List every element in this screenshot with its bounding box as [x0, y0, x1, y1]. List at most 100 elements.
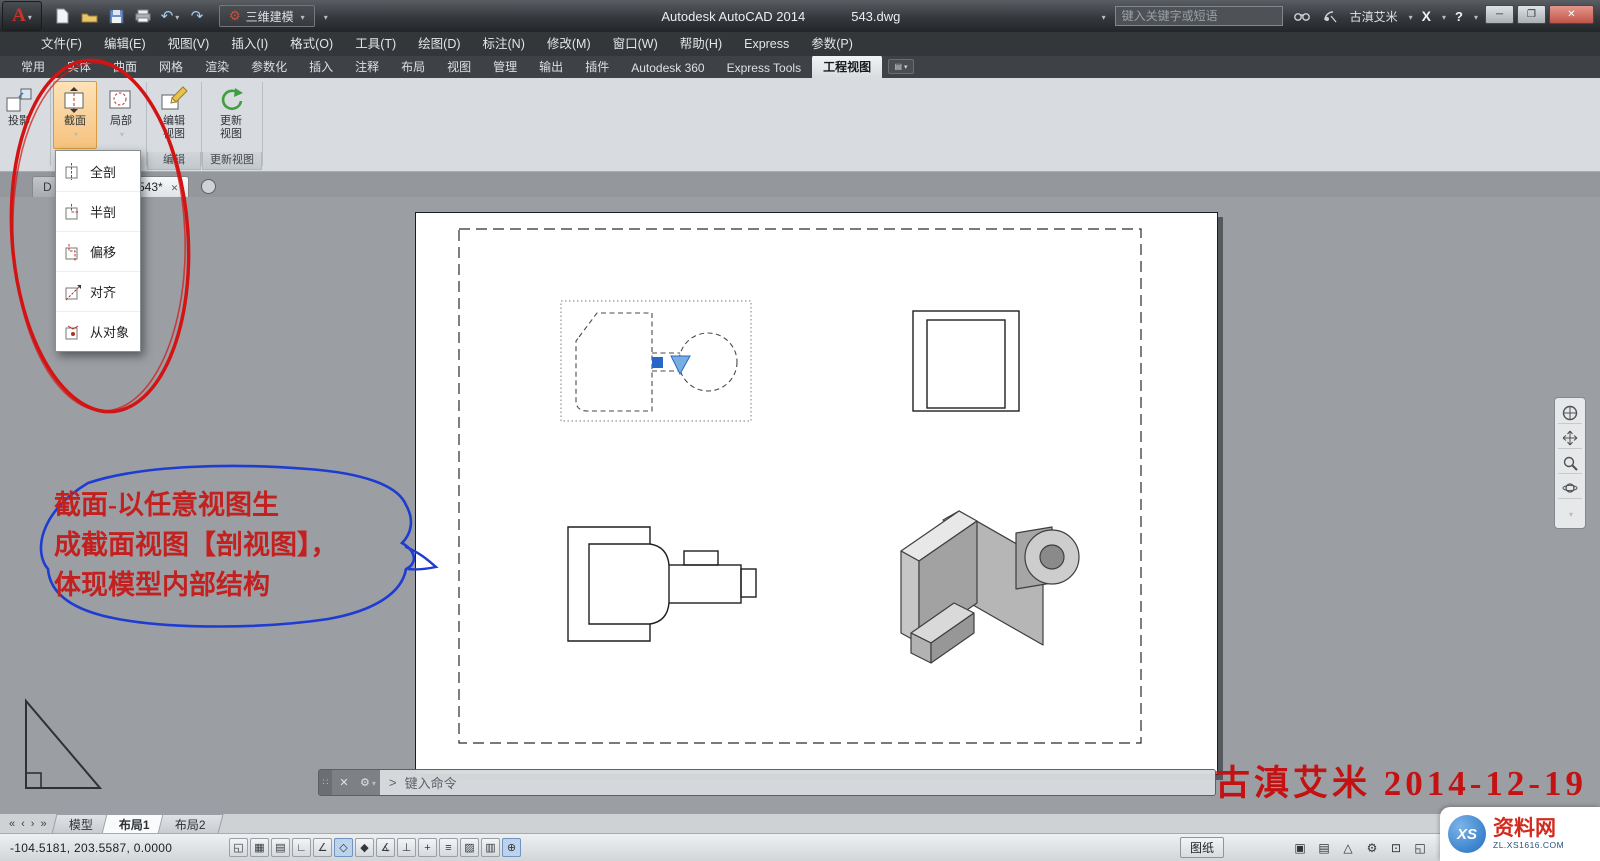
edit-view-button[interactable]: 编辑 视图	[150, 81, 198, 149]
save-icon[interactable]	[106, 6, 126, 26]
menu-item-section-from-object[interactable]: 从对象	[56, 311, 140, 351]
status-toggle-button[interactable]: ▦	[250, 838, 269, 857]
layout-nav-arrow-icon[interactable]: »	[37, 818, 49, 830]
ribbon-tab[interactable]: 插件	[574, 55, 620, 78]
ribbon-tab[interactable]: Autodesk 360	[620, 58, 715, 78]
section-dropdown-caret-icon[interactable]	[72, 128, 78, 140]
layout-nav-arrow-icon[interactable]: ›	[28, 818, 38, 830]
menu-item[interactable]: 插入(I)	[220, 32, 279, 56]
signin-satellite-icon[interactable]	[1321, 6, 1341, 26]
status-right-icon[interactable]: △	[1338, 838, 1358, 857]
status-toggle-button[interactable]: ◇	[334, 838, 353, 857]
projected-view-button[interactable]: 投影	[0, 81, 44, 149]
menu-item[interactable]: 绘图(D)	[407, 32, 471, 56]
search-binoculars-icon[interactable]	[1292, 6, 1312, 26]
menu-item-full-section[interactable]: 全剖	[56, 151, 140, 191]
menu-item[interactable]: 文件(F)	[30, 32, 93, 56]
ribbon-tab[interactable]: 视图	[436, 55, 482, 78]
status-toggle-button[interactable]: ⊕	[502, 838, 521, 857]
status-right-icon[interactable]: ⚙	[1362, 838, 1382, 857]
layout-nav-arrow-icon[interactable]: ‹	[18, 818, 28, 830]
ribbon-tab[interactable]: 布局	[390, 55, 436, 78]
status-toggle-button[interactable]: ∟	[292, 838, 311, 857]
ribbon-tab[interactable]: 渲染	[194, 55, 240, 78]
ribbon-tab[interactable]: 曲面	[102, 55, 148, 78]
maximize-button[interactable]: ❐	[1517, 5, 1546, 24]
menu-item[interactable]: 窗口(W)	[602, 32, 669, 56]
user-menu-caret-icon[interactable]	[1407, 9, 1413, 23]
ribbon-tab[interactable]: 插入	[298, 55, 344, 78]
undo-icon[interactable]: ↶	[160, 6, 180, 26]
status-right-icon[interactable]: ⊡	[1386, 838, 1406, 857]
new-tab-icon[interactable]	[201, 179, 216, 194]
status-toggle-button[interactable]: ◆	[355, 838, 374, 857]
status-toggle-button[interactable]: ∡	[376, 838, 395, 857]
command-line-close-icon[interactable]	[332, 770, 356, 795]
application-menu-button[interactable]: A	[2, 1, 42, 31]
menu-item[interactable]: 编辑(E)	[93, 32, 157, 56]
status-toggle-button[interactable]: ⊥	[397, 838, 416, 857]
status-toggle-button[interactable]: ◱	[229, 838, 248, 857]
menu-item[interactable]: 工具(T)	[344, 32, 407, 56]
ribbon-tab[interactable]: Express Tools	[716, 58, 812, 78]
update-view-button[interactable]: 更新 视图	[205, 81, 257, 149]
status-toggle-button[interactable]: +	[418, 838, 437, 857]
pan-icon[interactable]	[1558, 427, 1582, 449]
menu-item[interactable]: 格式(O)	[279, 32, 344, 56]
plot-icon[interactable]	[133, 6, 153, 26]
command-line-tools-icon[interactable]: ⚙	[356, 770, 380, 795]
status-right-icon[interactable]: ▣	[1290, 838, 1310, 857]
ribbon-tab[interactable]: 管理	[482, 55, 528, 78]
search-input[interactable]	[1115, 6, 1283, 26]
ribbon-tab[interactable]: 参数化	[240, 55, 298, 78]
command-line[interactable]: ⚙ > 键入命令	[318, 769, 1216, 796]
close-button[interactable]: ✕	[1549, 5, 1594, 24]
close-tab-icon[interactable]	[171, 180, 179, 194]
zoom-icon[interactable]	[1558, 452, 1582, 474]
command-line-drag-handle[interactable]	[319, 770, 332, 795]
detail-view-button[interactable]: 局部	[99, 81, 143, 149]
steering-wheel-icon[interactable]	[1558, 402, 1582, 424]
ribbon-tab[interactable]: 实体	[56, 55, 102, 78]
status-right-icon[interactable]: ◱	[1410, 838, 1430, 857]
section-view-button[interactable]: 截面	[53, 81, 97, 149]
navbar-menu-caret-icon[interactable]	[1558, 502, 1582, 524]
status-toggle-button[interactable]: ≡	[439, 838, 458, 857]
panel-label-edit[interactable]: 编辑	[147, 152, 201, 170]
layout-nav-arrow-icon[interactable]: «	[6, 818, 18, 830]
menu-item[interactable]: 修改(M)	[536, 32, 602, 56]
menu-item[interactable]: 标注(N)	[472, 32, 536, 56]
menu-item[interactable]: 视图(V)	[157, 32, 221, 56]
status-toggle-button[interactable]: ▤	[271, 838, 290, 857]
ribbon-minimize-toggle[interactable]: ▤▾	[888, 59, 914, 74]
menu-item-offset-section[interactable]: 偏移	[56, 231, 140, 271]
status-right-icon[interactable]: ▤	[1314, 838, 1334, 857]
ribbon-tab[interactable]: 输出	[528, 55, 574, 78]
signed-in-user[interactable]: 古滇艾米	[1350, 8, 1398, 25]
new-file-icon[interactable]	[52, 6, 72, 26]
drawing-viewport[interactable]: ⚙ > 键入命令 截面-以任意视图生 成截面视图【剖视图】， 体现模型内部结构 …	[0, 197, 1600, 813]
paper-model-toggle-button[interactable]: 图纸	[1180, 837, 1224, 858]
status-toggle-button[interactable]: ∠	[313, 838, 332, 857]
workspace-switcher[interactable]: ⚙ 三维建模	[219, 5, 315, 27]
infocenter-collapse-icon[interactable]	[1100, 9, 1106, 23]
ribbon-tab[interactable]: 工程视图	[812, 55, 882, 78]
minimize-button[interactable]: ─	[1485, 5, 1514, 24]
exchange-caret-icon[interactable]	[1440, 9, 1446, 23]
menu-item[interactable]: Express	[733, 32, 800, 56]
menu-item-half-section[interactable]: 半剖	[56, 191, 140, 231]
open-file-icon[interactable]	[79, 6, 99, 26]
exchange-apps-icon[interactable]: X	[1422, 8, 1431, 24]
navigation-bar[interactable]	[1554, 397, 1586, 529]
orbit-icon[interactable]	[1558, 477, 1582, 499]
layout-tab[interactable]: 布局2	[158, 814, 224, 834]
detail-dropdown-caret-icon[interactable]	[118, 128, 124, 140]
status-toggle-button[interactable]: ▨	[460, 838, 479, 857]
command-input[interactable]: > 键入命令	[380, 770, 1215, 795]
panel-label-update-view[interactable]: 更新视图	[202, 152, 262, 170]
ribbon-tab[interactable]: 注释	[344, 55, 390, 78]
layout-tab[interactable]: 布局1	[101, 814, 167, 834]
qat-customize-icon[interactable]	[322, 9, 328, 23]
layout-paper[interactable]	[415, 212, 1218, 775]
help-icon[interactable]: ?	[1455, 9, 1463, 24]
